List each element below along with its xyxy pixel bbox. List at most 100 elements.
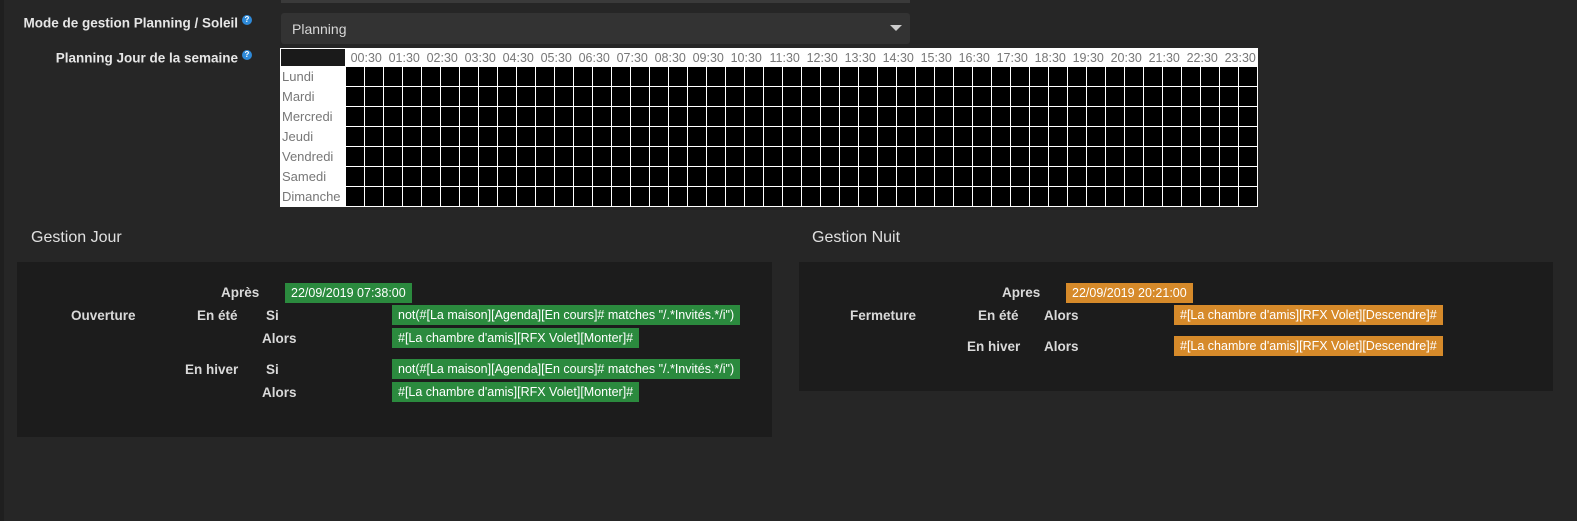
grid-slot-cell[interactable]	[877, 86, 897, 107]
grid-slot-cell[interactable]	[1124, 86, 1144, 107]
grid-slot-cell[interactable]	[1048, 126, 1068, 147]
grid-slot-cell[interactable]	[1067, 86, 1087, 107]
help-icon[interactable]: ?	[242, 15, 252, 25]
grid-slot-cell[interactable]	[1200, 146, 1220, 167]
grid-slot-cell[interactable]	[1181, 106, 1201, 127]
grid-slot-cell[interactable]	[459, 166, 479, 187]
grid-slot-cell[interactable]	[1067, 126, 1087, 147]
grid-slot-cell[interactable]	[972, 146, 992, 167]
grid-slot-cell[interactable]	[668, 126, 688, 147]
grid-slot-cell[interactable]	[630, 186, 650, 207]
grid-slot-cell[interactable]	[573, 66, 593, 87]
grid-slot-cell[interactable]	[820, 106, 840, 127]
grid-slot-cell[interactable]	[1105, 126, 1125, 147]
grid-slot-cell[interactable]	[934, 186, 954, 207]
grid-slot-cell[interactable]	[972, 166, 992, 187]
grid-slot-cell[interactable]	[459, 86, 479, 107]
grid-slot-cell[interactable]	[896, 166, 916, 187]
grid-slot-cell[interactable]	[725, 106, 745, 127]
grid-slot-cell[interactable]	[896, 126, 916, 147]
grid-slot-cell[interactable]	[1219, 106, 1239, 127]
grid-slot-cell[interactable]	[1086, 126, 1106, 147]
grid-slot-cell[interactable]	[421, 186, 441, 207]
grid-slot-cell[interactable]	[744, 146, 764, 167]
grid-slot-cell[interactable]	[440, 106, 460, 127]
grid-slot-cell[interactable]	[1219, 66, 1239, 87]
grid-slot-cell[interactable]	[630, 66, 650, 87]
grid-slot-cell[interactable]	[858, 186, 878, 207]
grid-slot-cell[interactable]	[1010, 126, 1030, 147]
grid-slot-cell[interactable]	[1105, 146, 1125, 167]
grid-slot-cell[interactable]	[1029, 126, 1049, 147]
grid-slot-cell[interactable]	[1143, 166, 1163, 187]
grid-slot-cell[interactable]	[668, 166, 688, 187]
grid-slot-cell[interactable]	[820, 66, 840, 87]
grid-slot-cell[interactable]	[459, 126, 479, 147]
grid-slot-cell[interactable]	[839, 146, 859, 167]
grid-slot-cell[interactable]	[1238, 126, 1258, 147]
grid-slot-cell[interactable]	[839, 106, 859, 127]
grid-slot-cell[interactable]	[1162, 146, 1182, 167]
grid-slot-cell[interactable]	[497, 166, 517, 187]
grid-slot-cell[interactable]	[421, 166, 441, 187]
grid-slot-cell[interactable]	[440, 146, 460, 167]
grid-slot-cell[interactable]	[1086, 166, 1106, 187]
grid-slot-cell[interactable]	[364, 166, 384, 187]
grid-slot-cell[interactable]	[364, 66, 384, 87]
grid-slot-cell[interactable]	[611, 146, 631, 167]
grid-slot-cell[interactable]	[744, 106, 764, 127]
grid-slot-cell[interactable]	[649, 186, 669, 207]
grid-slot-cell[interactable]	[991, 166, 1011, 187]
grid-slot-cell[interactable]	[877, 66, 897, 87]
grid-slot-cell[interactable]	[497, 146, 517, 167]
grid-slot-cell[interactable]	[611, 86, 631, 107]
grid-slot-cell[interactable]	[1181, 166, 1201, 187]
grid-slot-cell[interactable]	[421, 66, 441, 87]
grid-slot-cell[interactable]	[554, 146, 574, 167]
grid-slot-cell[interactable]	[1238, 66, 1258, 87]
grid-slot-cell[interactable]	[440, 66, 460, 87]
grid-slot-cell[interactable]	[858, 86, 878, 107]
grid-slot-cell[interactable]	[383, 126, 403, 147]
grid-slot-cell[interactable]	[1067, 66, 1087, 87]
grid-slot-cell[interactable]	[668, 86, 688, 107]
grid-slot-cell[interactable]	[839, 166, 859, 187]
grid-slot-cell[interactable]	[1143, 106, 1163, 127]
grid-slot-cell[interactable]	[1200, 126, 1220, 147]
grid-slot-cell[interactable]	[516, 66, 536, 87]
grid-slot-cell[interactable]	[763, 146, 783, 167]
grid-slot-cell[interactable]	[364, 186, 384, 207]
grid-slot-cell[interactable]	[877, 126, 897, 147]
grid-slot-cell[interactable]	[1048, 186, 1068, 207]
grid-slot-cell[interactable]	[725, 166, 745, 187]
grid-slot-cell[interactable]	[516, 106, 536, 127]
grid-slot-cell[interactable]	[630, 126, 650, 147]
grid-slot-cell[interactable]	[839, 126, 859, 147]
grid-slot-cell[interactable]	[763, 126, 783, 147]
grid-slot-cell[interactable]	[459, 106, 479, 127]
grid-slot-cell[interactable]	[1200, 66, 1220, 87]
grid-slot-cell[interactable]	[1162, 126, 1182, 147]
grid-slot-cell[interactable]	[554, 106, 574, 127]
grid-slot-cell[interactable]	[1029, 186, 1049, 207]
grid-slot-cell[interactable]	[801, 106, 821, 127]
grid-slot-cell[interactable]	[1029, 146, 1049, 167]
grid-slot-cell[interactable]	[402, 186, 422, 207]
grid-slot-cell[interactable]	[687, 66, 707, 87]
grid-slot-cell[interactable]	[478, 106, 498, 127]
grid-slot-cell[interactable]	[1162, 166, 1182, 187]
grid-slot-cell[interactable]	[383, 166, 403, 187]
grid-slot-cell[interactable]	[725, 186, 745, 207]
grid-slot-cell[interactable]	[877, 186, 897, 207]
grid-slot-cell[interactable]	[991, 146, 1011, 167]
grid-slot-cell[interactable]	[573, 166, 593, 187]
grid-slot-cell[interactable]	[1029, 66, 1049, 87]
grid-slot-cell[interactable]	[1105, 186, 1125, 207]
grid-slot-cell[interactable]	[364, 146, 384, 167]
grid-slot-cell[interactable]	[725, 66, 745, 87]
grid-slot-cell[interactable]	[611, 166, 631, 187]
grid-slot-cell[interactable]	[478, 186, 498, 207]
grid-slot-cell[interactable]	[592, 126, 612, 147]
grid-slot-cell[interactable]	[1029, 166, 1049, 187]
grid-slot-cell[interactable]	[1067, 146, 1087, 167]
